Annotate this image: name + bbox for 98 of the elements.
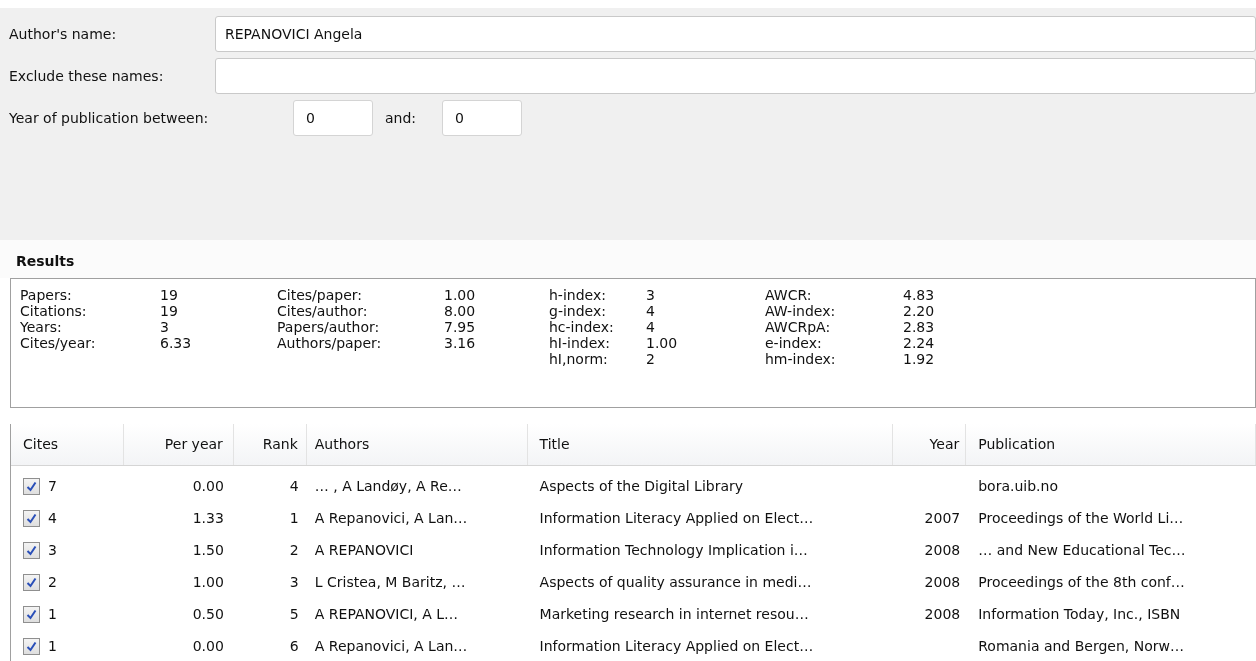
- statistic-label: Papers/author:: [277, 319, 381, 335]
- exclude-names-field[interactable]: [215, 58, 1256, 94]
- table-cell-text: 0.50: [192, 604, 224, 624]
- statistic-value: 4: [646, 303, 656, 319]
- table-cell-text: 2: [289, 540, 299, 560]
- table-cell-text: Information Literacy Applied on Elect…: [539, 508, 814, 528]
- table-cell-text: … , A Landøy, A Re…: [314, 476, 462, 496]
- table-cell-text: 4: [48, 508, 57, 528]
- statistic-label: AW-index:: [765, 303, 837, 319]
- checkbox[interactable]: [23, 605, 40, 623]
- field-label: and:: [385, 108, 418, 128]
- table-cell-text: Proceedings of the World Li…: [978, 508, 1184, 528]
- column-header[interactable]: Per year: [123, 424, 234, 465]
- year-to-field[interactable]: 0: [442, 100, 522, 136]
- statistic-value: 6.33: [160, 335, 193, 351]
- table-cell-text: 1: [289, 508, 299, 528]
- statistic-value: 2.20: [903, 303, 936, 319]
- table-cell-text: 1.00: [192, 572, 224, 592]
- statistic-value: 1.92: [903, 351, 936, 367]
- checkbox[interactable]: [23, 477, 40, 495]
- statistic-value: 4: [646, 319, 656, 335]
- table-cell-text: Romania and Bergen, Norw…: [978, 636, 1184, 656]
- table-cell-text: A REPANOVICI: [314, 540, 414, 560]
- statistic-value: 3: [646, 287, 656, 303]
- table-cell-text: Aspects of quality assurance in medi…: [539, 572, 812, 592]
- statistic-label: Citations:: [20, 303, 88, 319]
- table-cell-text: 1: [48, 604, 57, 624]
- statistic-value: 19: [160, 303, 179, 319]
- checkbox[interactable]: [23, 509, 40, 527]
- section-title: Results: [16, 252, 75, 271]
- table-cell-text: A REPANOVICI, A L…: [314, 604, 459, 624]
- table-cell-text: 6: [289, 636, 299, 656]
- table-cell-text: Marketing research in internet resou…: [539, 604, 809, 624]
- column-header[interactable]: Title: [527, 424, 894, 465]
- table-cell-text: 2008: [924, 572, 961, 592]
- checkbox[interactable]: [23, 573, 40, 591]
- author-name-field[interactable]: REPANOVICI Angela: [215, 16, 1256, 52]
- table-cell-text: Proceedings of the 8th conf…: [978, 572, 1185, 592]
- table-cell-text: 1.33: [192, 508, 224, 528]
- table-cell-text: 5: [289, 604, 299, 624]
- table-cell-text: A Repanovici, A Lan…: [314, 508, 468, 528]
- table-cell-text: Information Literacy Applied on Elect…: [539, 636, 814, 656]
- column-header[interactable]: Authors: [306, 424, 528, 465]
- statistic-value: 1.00: [646, 335, 679, 351]
- table-cell-text: 3: [289, 572, 299, 592]
- table-cell-text: Information Today, Inc., ISBN: [978, 604, 1181, 624]
- statistic-label: AWCRpA:: [765, 319, 832, 335]
- table-cell-text: Aspects of the Digital Library: [539, 476, 744, 496]
- column-header[interactable]: Cites: [11, 424, 124, 465]
- checkbox[interactable]: [23, 637, 40, 655]
- table-cell-text: L Cristea, M Baritz, …: [314, 572, 466, 592]
- year-from-field[interactable]: 0: [293, 100, 373, 136]
- statistic-value: 2: [646, 351, 656, 367]
- statistic-label: Papers:: [20, 287, 73, 303]
- table-cell-text: Information Technology Implication i…: [539, 540, 808, 560]
- table-cell-text: 0.00: [192, 636, 224, 656]
- table-cell-text: 0.00: [192, 476, 224, 496]
- table-cell-text: 2008: [924, 604, 961, 624]
- statistic-value: 1.00: [444, 287, 477, 303]
- statistic-label: Cites/paper:: [277, 287, 363, 303]
- statistic-label: Authors/paper:: [277, 335, 383, 351]
- statistic-label: AWCR:: [765, 287, 813, 303]
- statistic-value: 2.83: [903, 319, 936, 335]
- statistic-value: 8.00: [444, 303, 477, 319]
- table-cell-text: 2007: [924, 508, 961, 528]
- column-header[interactable]: Year: [893, 424, 967, 465]
- statistic-value: 2.24: [903, 335, 936, 351]
- table-cell-text: 2: [48, 572, 57, 592]
- statistic-label: Cites/author:: [277, 303, 369, 319]
- table-cell-text: A Repanovici, A Lan…: [314, 636, 468, 656]
- statistic-label: hc-index:: [549, 319, 615, 335]
- statistic-label: Years:: [20, 319, 63, 335]
- statistic-value: 7.95: [444, 319, 477, 335]
- column-header[interactable]: Publication: [966, 424, 1256, 465]
- statistic-label: hm-index:: [765, 351, 837, 367]
- table-cell-text: 7: [48, 476, 57, 496]
- field-label: Author's name:: [9, 24, 118, 44]
- table-cell-text: 2008: [924, 540, 961, 560]
- statistic-value: 4.83: [903, 287, 936, 303]
- field-label: Year of publication between:: [9, 108, 210, 128]
- statistic-value: 3: [160, 319, 170, 335]
- table-cell-text: … and New Educational Tec…: [978, 540, 1186, 560]
- statistic-value: 3.16: [444, 335, 477, 351]
- table-cell-text: 4: [289, 476, 299, 496]
- statistic-label: g-index:: [549, 303, 607, 319]
- statistic-label: hI-index:: [549, 335, 612, 351]
- table-cell-text: 1.50: [192, 540, 224, 560]
- table-cell-text: bora.uib.no: [978, 476, 1058, 496]
- table-cell-text: 1: [48, 636, 57, 656]
- field-label: Exclude these names:: [9, 66, 165, 86]
- statistic-label: e-index:: [765, 335, 823, 351]
- column-header[interactable]: Rank: [233, 424, 307, 465]
- statistic-label: hI,norm:: [549, 351, 609, 367]
- statistic-label: Cites/year:: [20, 335, 97, 351]
- table-cell-text: 3: [48, 540, 57, 560]
- checkbox[interactable]: [23, 541, 40, 559]
- statistic-label: h-index:: [549, 287, 607, 303]
- statistic-value: 19: [160, 287, 179, 303]
